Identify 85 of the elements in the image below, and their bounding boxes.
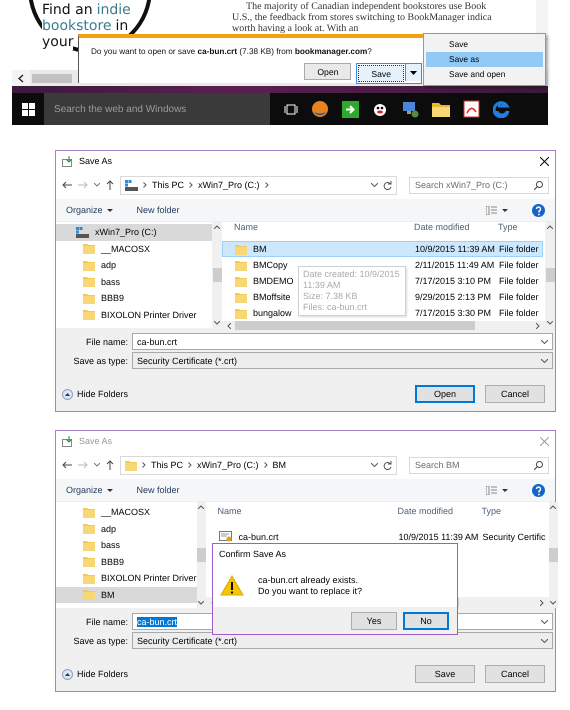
field-label: Save as type: xyxy=(72,636,129,646)
article-text: worth having a look at. With an xyxy=(232,23,360,34)
file-name[interactable]: BMCopy xyxy=(253,260,288,270)
dialog-button[interactable]: Open xyxy=(415,385,475,403)
folder-tree-item[interactable]: BBB9 xyxy=(56,554,197,570)
breadcrumb-item[interactable]: xWin7_Pro (C:) xyxy=(198,180,260,190)
search-field[interactable]: Search xWin7_Pro (C:) xyxy=(409,176,549,194)
new-folder-button[interactable]: New folder xyxy=(136,485,180,495)
field-label: File name: xyxy=(84,616,129,626)
new-folder-button[interactable]: New folder xyxy=(136,205,180,215)
article-text: U.S., the feedback from stores switching to BookManager indica xyxy=(232,12,493,23)
file-type: File folder xyxy=(499,260,540,270)
window-title: Save As xyxy=(79,436,114,446)
file-type: File folder xyxy=(499,292,540,302)
menu-item[interactable]: Save as xyxy=(426,52,543,67)
column-header[interactable]: Date modified xyxy=(414,222,498,232)
column-header[interactable]: Name xyxy=(234,222,414,232)
tooltip-text: Date created: 10/9/2015 11:39 AM xyxy=(303,269,401,291)
tooltip-text: Size: 7.38 KB xyxy=(303,291,359,302)
logo-text: your xyxy=(42,34,74,50)
file-date: 2/11/2015 11:49 AM xyxy=(415,260,496,270)
file-type: File folder xyxy=(499,276,540,286)
folder-tree-item[interactable]: __MACOSX xyxy=(56,504,197,520)
file-name[interactable]: bungalow xyxy=(253,308,292,318)
tooltip-text: Files: ca-bun.crt xyxy=(303,302,368,313)
logo-text: bookstore xyxy=(42,18,112,34)
folder-tree-item[interactable]: BIXOLON Printer Driver xyxy=(56,306,212,323)
menu-item[interactable]: Save xyxy=(426,37,543,52)
breadcrumb-item[interactable]: This PC xyxy=(151,460,184,470)
column-header[interactable]: Type xyxy=(498,222,545,232)
column-header[interactable]: Date modified xyxy=(398,506,482,516)
organize-button[interactable]: Organize xyxy=(66,485,103,495)
breadcrumb-item[interactable]: BM xyxy=(272,460,286,470)
confirm-title: Confirm Save As xyxy=(218,548,288,561)
download-message: Do you want to open or save ca-bun.crt (7.38 KB) from bookmanager.com? xyxy=(91,47,372,56)
file-date: 7/17/2015 3:30 PM xyxy=(415,308,492,318)
window-title: Save As xyxy=(79,156,114,166)
file-type-dropdown[interactable]: Security Certificate (*.crt) xyxy=(132,632,553,649)
folder-tree-item[interactable]: bass xyxy=(56,274,212,290)
save-button[interactable]: Save xyxy=(358,65,404,82)
search-field[interactable]: Search BM xyxy=(409,456,549,474)
field-label: File name: xyxy=(84,336,129,346)
folder-tree-item[interactable]: BIXOLON Printer Driver xyxy=(56,570,197,586)
field-label: Save as type: xyxy=(72,356,129,366)
hide-folders-button[interactable]: Hide Folders xyxy=(77,669,128,679)
file-date: 9/29/2015 2:13 PM xyxy=(415,292,492,302)
dialog-button[interactable]: Yes xyxy=(351,612,397,630)
open-button[interactable]: Open xyxy=(304,63,352,80)
file-name[interactable]: BMDEMO xyxy=(253,276,294,286)
selected-file-row[interactable]: BM 10/9/2015 11:39 AM File folder xyxy=(222,241,543,257)
dialog-button[interactable]: Cancel xyxy=(485,385,545,403)
folder-tree-item[interactable]: xWin7_Pro (C:) xyxy=(56,224,212,240)
folder-tree-item[interactable]: adp xyxy=(56,520,197,537)
column-header[interactable]: Name xyxy=(218,506,398,516)
address-bar[interactable]: This PC xWin7_Pro (C:) xyxy=(120,176,397,194)
file-type: File folder xyxy=(499,244,540,254)
menu-item[interactable]: Save and open xyxy=(426,67,543,82)
file-name[interactable]: BM xyxy=(253,244,266,254)
file-type: Security Certific xyxy=(482,532,546,542)
dialog-button[interactable]: No xyxy=(403,612,449,630)
confirm-message: Do you want to replace it? xyxy=(258,586,362,596)
dialog-button[interactable]: Save xyxy=(415,665,475,683)
folder-tree-item[interactable]: BM xyxy=(56,586,197,603)
folder-tree-item[interactable]: __MACOSX xyxy=(56,240,212,257)
folder-tree-item[interactable]: bass xyxy=(56,537,197,554)
file-date: 10/9/2015 11:39 AM xyxy=(398,532,480,542)
file-type: File folder xyxy=(499,308,540,318)
hide-folders-button[interactable]: Hide Folders xyxy=(77,389,128,399)
confirm-message: ca-bun.crt already exists. xyxy=(258,574,360,586)
file-date: 10/9/2015 11:39 AM xyxy=(415,244,496,254)
address-bar[interactable]: This PC xWin7_Pro (C:) BM xyxy=(120,456,397,474)
organize-button[interactable]: Organize xyxy=(66,205,103,215)
file-name[interactable]: ca-bun.crt xyxy=(238,532,279,542)
file-name[interactable]: BMoffsite xyxy=(253,292,290,302)
file-name-field[interactable]: ca-bun.crt xyxy=(132,333,553,350)
file-date: 7/17/2015 3:10 PM xyxy=(415,276,492,286)
dialog-button[interactable]: Cancel xyxy=(485,665,545,683)
search-field[interactable]: Search the web and Windows xyxy=(44,93,270,125)
folder-tree-item[interactable]: BBB9 xyxy=(56,290,212,306)
file-type-dropdown[interactable]: Security Certificate (*.crt) xyxy=(132,352,553,369)
article-text: The majority of Canadian independent bookstores use Book xyxy=(245,1,488,12)
column-header[interactable]: Type xyxy=(482,506,549,516)
breadcrumb-item[interactable]: This PC xyxy=(152,180,184,190)
breadcrumb-item[interactable]: xWin7_Pro (C:) xyxy=(197,460,259,470)
folder-tree-item[interactable]: adp xyxy=(56,257,212,274)
